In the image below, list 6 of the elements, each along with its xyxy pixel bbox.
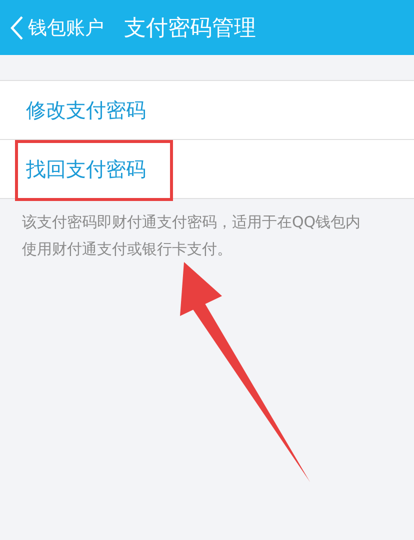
page-title: 支付密码管理: [124, 14, 256, 42]
note-text: 该支付密码即财付通支付密码，适用于在QQ钱包内使用财付通支付或银行卡支付。: [21, 212, 362, 260]
back-button[interactable]: 钱包账户: [10, 14, 104, 40]
menu-item[interactable]: 修改支付密码: [0, 81, 414, 139]
back-icon: [10, 14, 24, 40]
menu-item[interactable]: 找回支付密码: [0, 139, 414, 198]
